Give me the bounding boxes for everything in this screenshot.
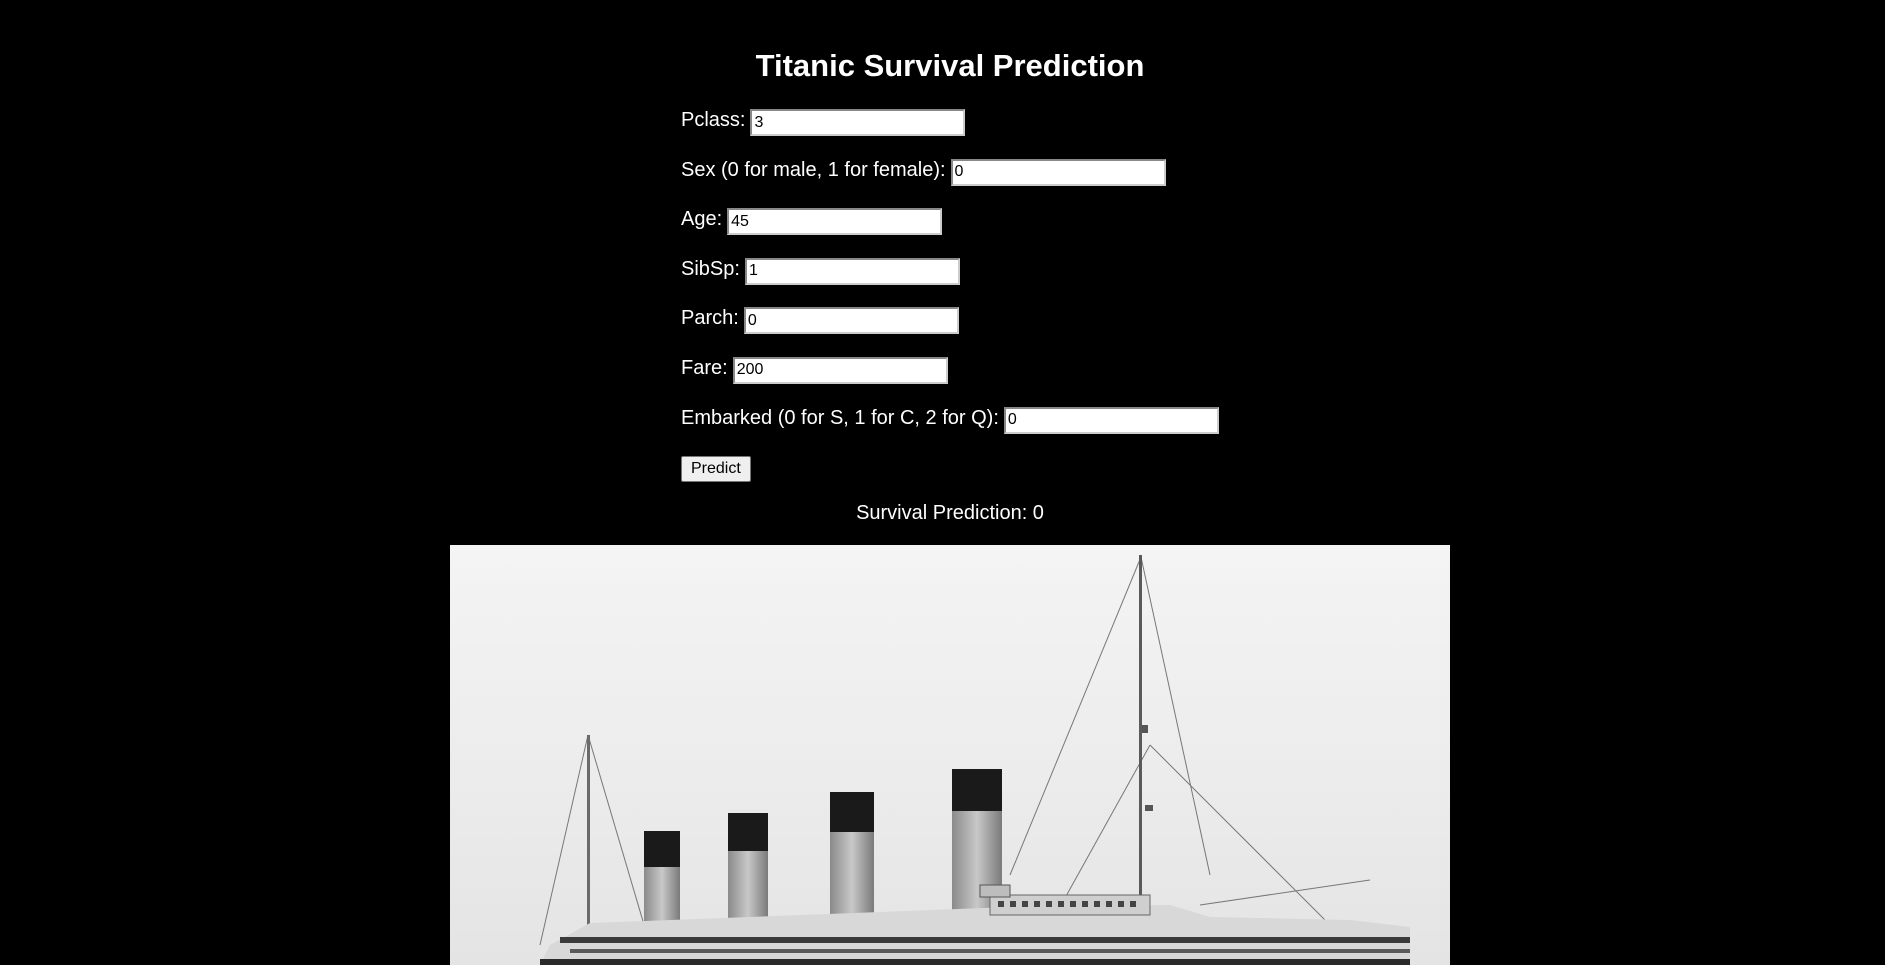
mast-fore <box>1139 555 1142 905</box>
sibsp-input[interactable] <box>744 257 960 285</box>
field-embarked: Embarked (0 for S, 1 for C, 2 for Q): <box>681 404 1219 454</box>
parch-label: Parch: <box>681 307 739 330</box>
embarked-label: Embarked (0 for S, 1 for C, 2 for Q): <box>681 406 999 429</box>
field-sibsp: SibSp: <box>681 255 1219 305</box>
fare-input[interactable] <box>732 356 948 384</box>
survival-prediction-result: Survival Prediction: 0 <box>856 502 1044 524</box>
pclass-label: Pclass: <box>681 109 746 131</box>
titanic-ship-photo <box>450 545 1450 965</box>
prediction-form: Pclass: Sex (0 for male, 1 for female): … <box>681 106 1219 453</box>
age-label: Age: <box>681 208 723 231</box>
sex-input[interactable] <box>950 158 1166 186</box>
sibsp-label: SibSp: <box>681 257 740 280</box>
age-input[interactable] <box>727 208 943 236</box>
predict-button[interactable]: Predict <box>681 456 751 482</box>
embarked-input[interactable] <box>1003 406 1219 434</box>
pclass-input[interactable] <box>750 109 966 136</box>
page-title: Titanic Survival Prediction <box>755 48 1145 83</box>
field-sex: Sex (0 for male, 1 for female): <box>681 156 1219 206</box>
field-age: Age: <box>681 205 1219 255</box>
fare-label: Fare: <box>681 356 728 379</box>
field-pclass: Pclass: <box>681 106 1219 156</box>
field-parch: Parch: <box>681 304 1219 354</box>
sex-label: Sex (0 for male, 1 for female): <box>681 158 946 181</box>
page: Titanic Survival Prediction Pclass: Sex … <box>0 0 1885 965</box>
parch-input[interactable] <box>743 307 959 335</box>
field-fare: Fare: <box>681 354 1219 404</box>
